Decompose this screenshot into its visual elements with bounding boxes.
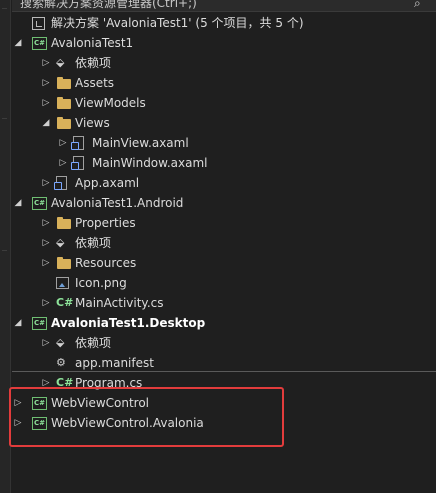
tree-item[interactable]: ◢ C# AvaloniaTest1.Android [12, 193, 436, 213]
tree-item[interactable]: ▷ MainWindow.axaml [12, 153, 436, 173]
tree-item-label: Icon.png [75, 276, 127, 290]
highlight-box [9, 387, 284, 447]
strip-tick [2, 118, 7, 119]
tree-item[interactable]: ▷ ⬙ 依赖项 [12, 53, 436, 73]
tree-item[interactable]: ▷ Assets [12, 73, 436, 93]
csproj-icon: C# [32, 317, 47, 330]
tree-item-label: Views [75, 116, 110, 130]
search-box[interactable]: 搜索解决方案资源管理器(Ctrl+;) ⌕ [12, 0, 436, 12]
tree-item[interactable]: ▷ MainView.axaml [12, 133, 436, 153]
collapse-arrow-icon[interactable]: ▷ [40, 213, 52, 233]
solution-icon [32, 17, 45, 30]
folder-icon [56, 96, 72, 110]
strip-tick [2, 8, 7, 9]
expand-arrow-icon[interactable]: ◢ [40, 113, 52, 133]
solution-explorer-tree: 解决方案 'AvaloniaTest1' (5 个项目，共 5 个) ◢ C# Ava… [12, 13, 436, 433]
folder-icon [56, 116, 72, 130]
tree-item[interactable]: ▷ Resources [12, 253, 436, 273]
collapse-arrow-icon[interactable]: ▷ [40, 93, 52, 113]
collapse-arrow-icon[interactable]: ▷ [40, 253, 52, 273]
csproj-icon: C# [32, 197, 47, 210]
collapse-arrow-icon[interactable]: ▷ [40, 73, 52, 93]
collapse-arrow-icon[interactable]: ▷ [40, 53, 52, 73]
tree-item-label: AvaloniaTest1.Desktop [51, 316, 206, 330]
manifest-icon: ⚙ [56, 356, 66, 369]
tree-item-label: AvaloniaTest1.Android [51, 196, 184, 210]
tree-item-label: 依赖项 [75, 56, 112, 70]
collapse-arrow-icon[interactable]: ▷ [57, 133, 69, 153]
axaml-icon [71, 156, 84, 170]
csproj-icon: C# [32, 37, 47, 50]
tree-item-label: Resources [75, 256, 137, 270]
tree-item-label: MainWindow.axaml [92, 156, 208, 170]
tree-item-label: app.manifest [75, 356, 154, 370]
tree-item[interactable]: ▷ ViewModels [12, 93, 436, 113]
tree-item[interactable]: 解决方案 'AvaloniaTest1' (5 个项目，共 5 个) [12, 13, 436, 33]
expand-arrow-icon[interactable]: ◢ [12, 193, 24, 213]
tree-item-label: Properties [75, 216, 136, 230]
expand-arrow-icon[interactable]: ◢ [12, 33, 24, 53]
tree-item[interactable]: ▷ ⬙ 依赖项 [12, 233, 436, 253]
collapse-arrow-icon[interactable]: ▷ [40, 293, 52, 313]
tree-item-label: 依赖项 [75, 336, 112, 350]
dependencies-icon: ⬙ [56, 56, 65, 69]
tree-item-label: MainActivity.cs [75, 296, 164, 310]
tree-item[interactable]: ◢ C# AvaloniaTest1.Desktop [12, 313, 436, 333]
properties-icon [56, 216, 72, 230]
tree-item[interactable]: ▷ C# MainActivity.cs [12, 293, 436, 313]
collapse-arrow-icon[interactable]: ▷ [57, 153, 69, 173]
tree-item-label: AvaloniaTest1 [51, 36, 134, 50]
csharp-file-icon: C# [56, 296, 74, 309]
tree-item-label: 依赖项 [75, 236, 112, 250]
collapse-arrow-icon[interactable]: ▷ [40, 173, 52, 193]
tree-item[interactable]: ▷ App.axaml [12, 173, 436, 193]
tree-item-label: Assets [75, 76, 115, 90]
tree-item[interactable]: Icon.png [12, 273, 436, 293]
tree-item[interactable]: ◢ C# AvaloniaTest1 [12, 33, 436, 53]
folder-icon [56, 256, 72, 270]
search-icon[interactable]: ⌕ [414, 0, 430, 10]
dependencies-icon: ⬙ [56, 236, 65, 249]
image-file-icon [56, 277, 69, 289]
collapse-arrow-icon[interactable]: ▷ [40, 333, 52, 353]
axaml-icon [54, 176, 67, 190]
axaml-icon [71, 136, 84, 150]
tree-item-label: App.axaml [75, 176, 140, 190]
collapse-arrow-icon[interactable]: ▷ [40, 233, 52, 253]
expand-arrow-icon[interactable]: ◢ [12, 313, 24, 333]
folder-icon [56, 76, 72, 90]
tree-item-label: ViewModels [75, 96, 146, 110]
tree-item[interactable]: ▷ Properties [12, 213, 436, 233]
tree-item[interactable]: ◢ Views [12, 113, 436, 133]
dependencies-icon: ⬙ [56, 336, 65, 349]
tree-item[interactable]: ▷ ⬙ 依赖项 [12, 333, 436, 353]
search-input[interactable]: 搜索解决方案资源管理器(Ctrl+;) [20, 0, 197, 11]
divider [12, 371, 436, 372]
strip-tick [2, 250, 7, 251]
tree-item[interactable]: ⚙ app.manifest [12, 353, 436, 373]
tree-item-label: MainView.axaml [92, 136, 189, 150]
tree-item-label: 解决方案 'AvaloniaTest1' (5 个项目，共 5 个) [51, 16, 304, 30]
